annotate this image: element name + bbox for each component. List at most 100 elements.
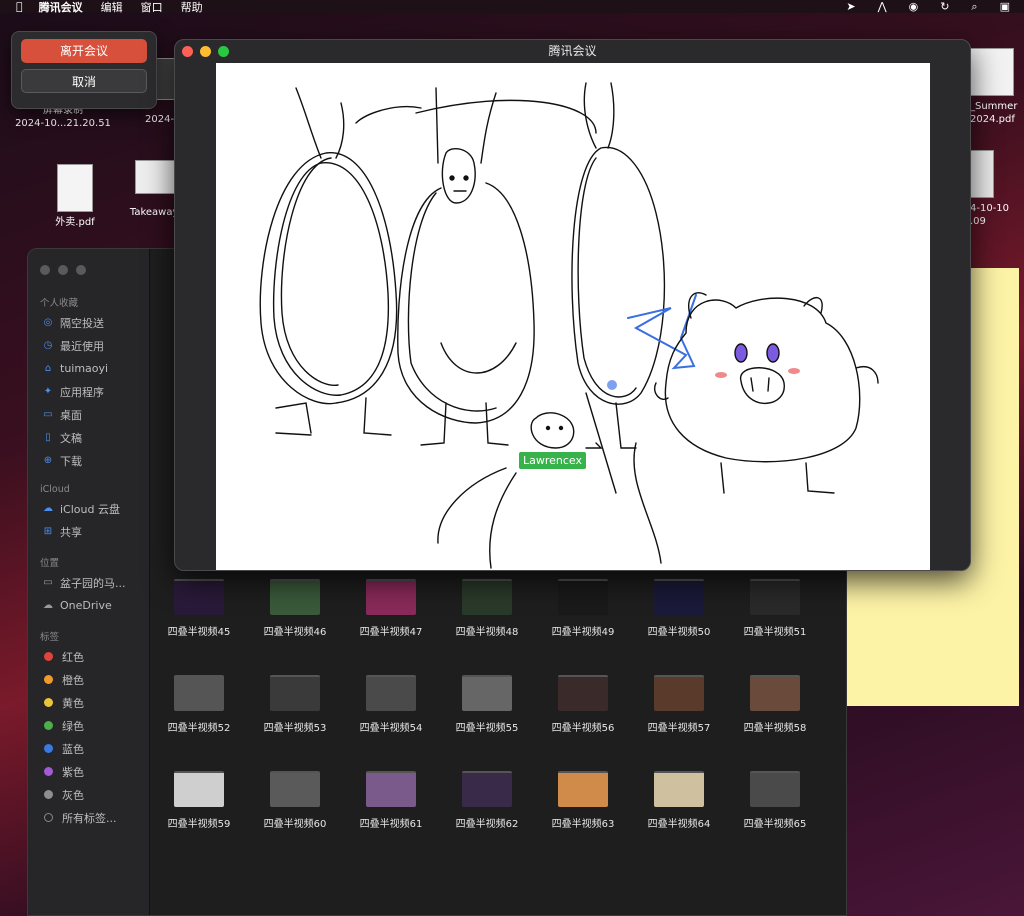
cloud-icon: ☁ xyxy=(43,502,53,514)
airdrop-icon: ◎ xyxy=(43,316,53,328)
video-file-name: 四叠半视频45 xyxy=(167,627,231,638)
sidebar-item-label: 紫色 xyxy=(62,765,84,779)
sidebar-item-shared[interactable]: ⊞ 共享 xyxy=(28,520,149,543)
sidebar-item-label: 下载 xyxy=(60,454,82,468)
zoom-button[interactable] xyxy=(218,46,229,57)
sidebar-item-onedrive[interactable]: ☁ OneDrive xyxy=(28,594,149,617)
video-file-item[interactable]: 四叠半视频53 xyxy=(250,675,340,734)
video-file-item[interactable]: 四叠半视频65 xyxy=(730,771,820,830)
sidebar-section-tags: 标签 xyxy=(40,632,60,643)
video-file-item[interactable]: 四叠半视频62 xyxy=(442,771,532,830)
sidebar-item-computer[interactable]: ▭ 盆子园的马... xyxy=(28,571,149,594)
tag-color-dot-icon xyxy=(44,790,53,799)
sidebar-item-label: 灰色 xyxy=(62,788,84,802)
sidebar-tag-item[interactable]: 黄色 xyxy=(28,691,149,714)
video-thumbnail xyxy=(270,675,320,711)
sidebar-tag-item[interactable]: 红色 xyxy=(28,645,149,668)
sidebar-tag-item[interactable]: 灰色 xyxy=(28,783,149,806)
location-arrow-icon[interactable]: ➤ xyxy=(846,0,855,14)
home-icon: ⌂ xyxy=(44,362,52,374)
video-thumbnail xyxy=(462,579,512,615)
tencent-meeting-tray-icon[interactable]: ⋀ xyxy=(878,0,887,14)
video-file-item[interactable]: 四叠半视频55 xyxy=(442,675,532,734)
tag-color-dot-icon xyxy=(44,675,53,684)
leave-meeting-button[interactable]: 离开会议 xyxy=(21,39,147,63)
video-file-item[interactable]: 四叠半视频48 xyxy=(442,579,532,638)
video-thumbnail xyxy=(462,675,512,711)
pdf-file-icon xyxy=(970,48,1014,96)
video-thumbnail xyxy=(366,771,416,807)
sidebar-item-label: 蓝色 xyxy=(62,742,84,756)
sidebar-tag-item[interactable]: 所有标签... xyxy=(28,806,149,829)
status-tray: ➤ ⋀ ◉ ↻ ⌕ ▣ xyxy=(846,0,1010,14)
menu-app-name[interactable]: 腾讯会议 xyxy=(39,0,83,15)
applications-icon: ✦ xyxy=(43,385,53,397)
minimize-button[interactable] xyxy=(58,265,68,275)
outlook-icon[interactable]: ▣ xyxy=(1000,0,1010,14)
sidebar-item-applications[interactable]: ✦ 应用程序 xyxy=(28,380,149,403)
sidebar-item-downloads[interactable]: ⊕ 下载 xyxy=(28,449,149,472)
refresh-icon[interactable]: ↻ xyxy=(940,0,949,14)
video-file-item[interactable]: 四叠半视频50 xyxy=(634,579,724,638)
apple-menu-icon[interactable]:  xyxy=(16,0,23,13)
video-file-item[interactable]: 四叠半视频58 xyxy=(730,675,820,734)
whiteboard-canvas[interactable]: Lawrencex xyxy=(216,63,930,570)
sidebar-item-recents[interactable]: ◷ 最近使用 xyxy=(28,334,149,357)
search-icon[interactable]: ⌕ xyxy=(971,0,977,14)
video-file-item[interactable]: 四叠半视频52 xyxy=(154,675,244,734)
video-file-item[interactable]: 四叠半视频57 xyxy=(634,675,724,734)
close-button[interactable] xyxy=(182,46,193,57)
cancel-button[interactable]: 取消 xyxy=(21,69,147,93)
video-file-item[interactable]: 四叠半视频49 xyxy=(538,579,628,638)
sidebar-tag-item[interactable]: 橙色 xyxy=(28,668,149,691)
video-file-item[interactable]: 四叠半视频51 xyxy=(730,579,820,638)
tag-color-dot-icon xyxy=(44,744,53,753)
sidebar-item-label: iCloud 云盘 xyxy=(60,502,120,516)
sidebar-item-label: 绿色 xyxy=(62,719,84,733)
video-file-name: 四叠半视频64 xyxy=(647,819,711,830)
video-file-item[interactable]: 四叠半视频46 xyxy=(250,579,340,638)
sidebar-item-home[interactable]: ⌂ tuimaoyi xyxy=(28,357,149,380)
desktop-icon-label: _Summer xyxy=(970,101,1018,112)
sidebar-tag-item[interactable]: 绿色 xyxy=(28,714,149,737)
menu-help[interactable]: 帮助 xyxy=(181,0,203,15)
sidebar-item-airdrop[interactable]: ◎ 隔空投送 xyxy=(28,311,149,334)
sidebar-tag-item[interactable]: 蓝色 xyxy=(28,737,149,760)
video-thumbnail xyxy=(558,771,608,807)
sidebar-item-label: 最近使用 xyxy=(60,339,104,353)
video-file-item[interactable]: 四叠半视频45 xyxy=(154,579,244,638)
video-file-name: 四叠半视频58 xyxy=(743,723,807,734)
sidebar-item-documents[interactable]: ▯ 文稿 xyxy=(28,426,149,449)
video-file-item[interactable]: 四叠半视频60 xyxy=(250,771,340,830)
sidebar-item-label: 黄色 xyxy=(62,696,84,710)
video-thumbnail xyxy=(270,579,320,615)
download-icon: ⊕ xyxy=(43,454,53,466)
video-thumbnail xyxy=(750,771,800,807)
zoom-button[interactable] xyxy=(76,265,86,275)
menu-window[interactable]: 窗口 xyxy=(141,0,163,15)
video-file-item[interactable]: 四叠半视频47 xyxy=(346,579,436,638)
file-thumbnail xyxy=(970,150,994,198)
menu-edit[interactable]: 编辑 xyxy=(101,0,123,15)
sidebar-tag-item[interactable]: 紫色 xyxy=(28,760,149,783)
shared-folder-icon: ⊞ xyxy=(43,525,53,537)
video-file-item[interactable]: 四叠半视频64 xyxy=(634,771,724,830)
leave-meeting-popover: 离开会议 取消 xyxy=(11,31,157,109)
video-file-item[interactable]: 四叠半视频56 xyxy=(538,675,628,734)
clock-icon: ◷ xyxy=(43,339,53,351)
sidebar-item-icloud-drive[interactable]: ☁ iCloud 云盘 xyxy=(28,497,149,520)
close-button[interactable] xyxy=(40,265,50,275)
minimize-button[interactable] xyxy=(200,46,211,57)
video-file-item[interactable]: 四叠半视频59 xyxy=(154,771,244,830)
tag-color-dot-icon xyxy=(44,813,53,822)
video-file-item[interactable]: 四叠半视频54 xyxy=(346,675,436,734)
meeting-titlebar[interactable]: 腾讯会议 xyxy=(175,40,970,62)
sync-icon[interactable]: ◉ xyxy=(909,0,919,14)
sidebar-item-label: 红色 xyxy=(62,650,84,664)
file-thumbnail xyxy=(135,160,175,194)
sidebar-item-desktop[interactable]: ▭ 桌面 xyxy=(28,403,149,426)
video-thumbnail xyxy=(366,579,416,615)
sidebar-item-label: 文稿 xyxy=(60,431,82,445)
video-file-item[interactable]: 四叠半视频61 xyxy=(346,771,436,830)
video-file-item[interactable]: 四叠半视频63 xyxy=(538,771,628,830)
